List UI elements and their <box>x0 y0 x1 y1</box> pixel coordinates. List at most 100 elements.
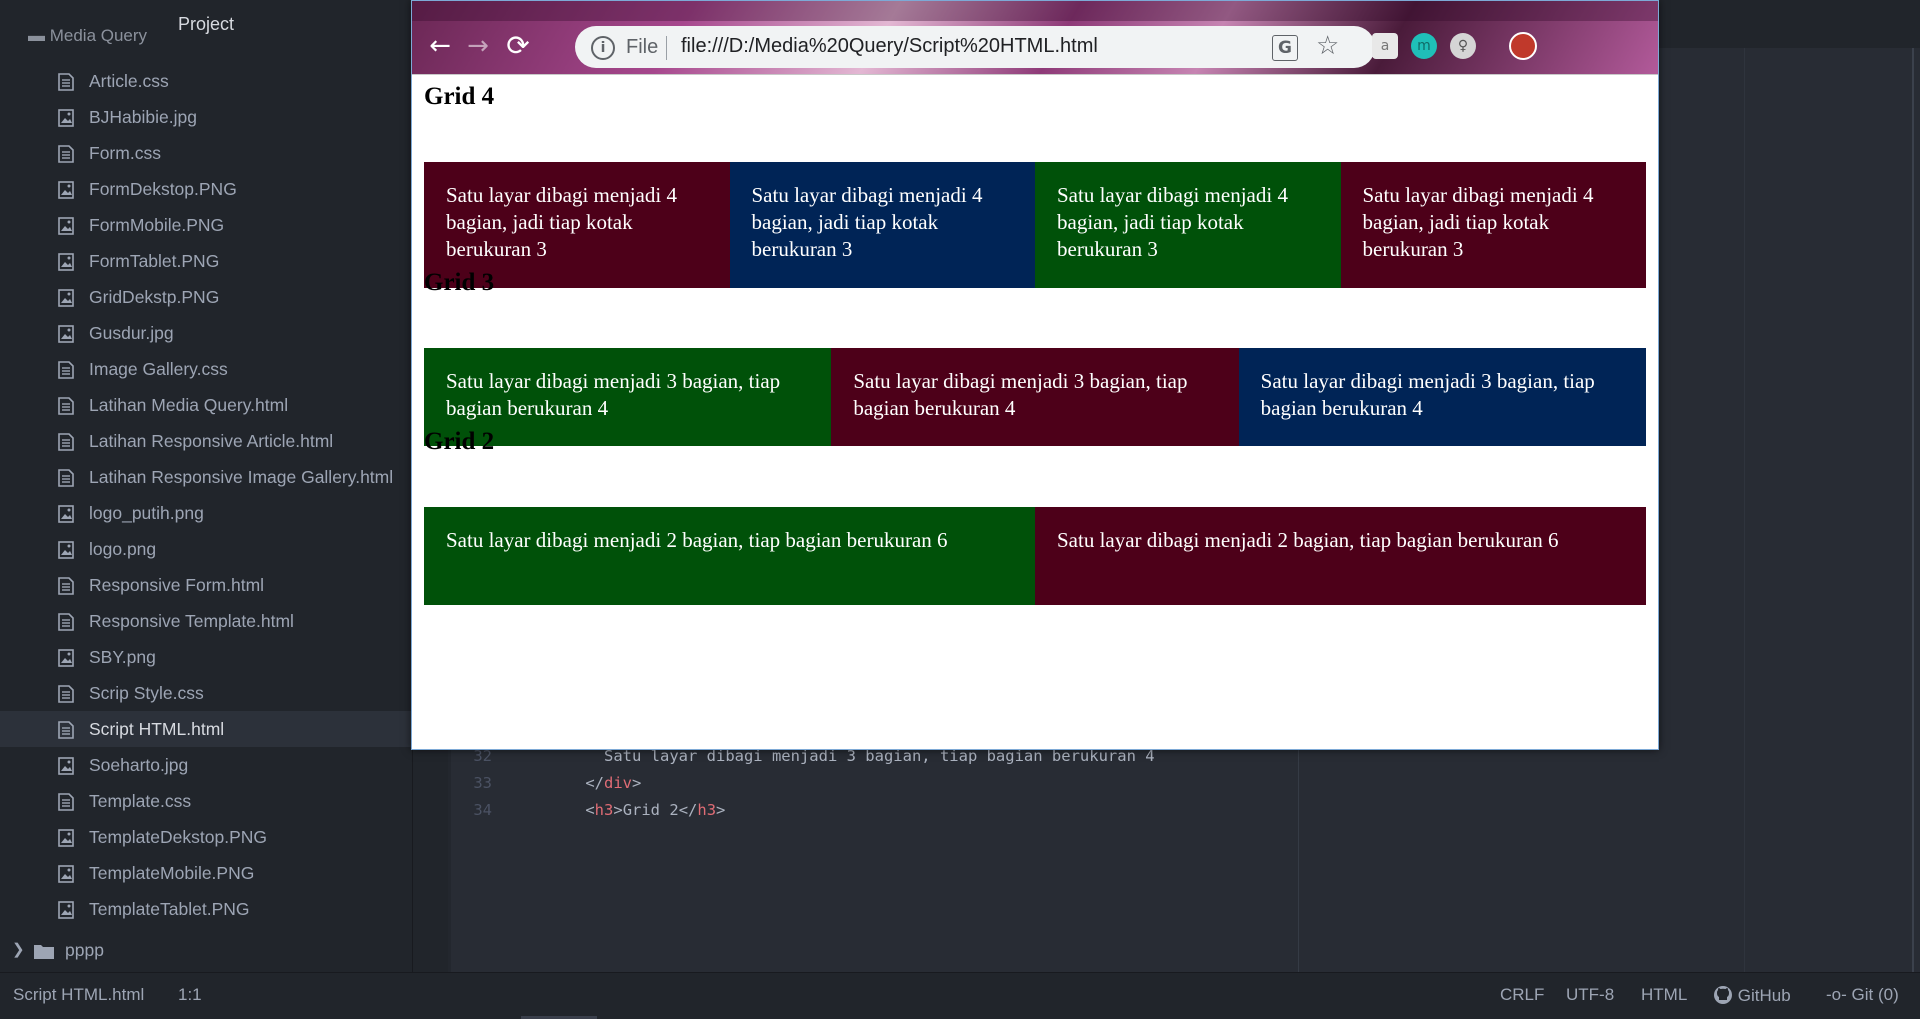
file-item[interactable]: TemplateTablet.PNG <box>0 891 412 927</box>
text-file-icon <box>58 397 74 415</box>
image-file-icon <box>58 901 74 919</box>
code-token: > <box>613 801 623 819</box>
info-icon[interactable]: i <box>591 36 615 60</box>
heading-grid-2: Grid 2 <box>424 428 495 455</box>
code-token: < <box>585 801 595 819</box>
extension-m-icon[interactable]: m <box>1411 33 1437 59</box>
file-item[interactable]: logo.png <box>0 531 412 567</box>
file-item[interactable]: FormDekstop.PNG <box>0 171 412 207</box>
image-file-icon <box>58 181 74 199</box>
forward-button[interactable]: → <box>463 31 493 61</box>
status-cursor-position[interactable]: 1:1 <box>178 985 202 1005</box>
browser-window: ← → ⟳ i File file:///D:/Media%20Query/Sc… <box>411 0 1659 750</box>
status-encoding[interactable]: UTF-8 <box>1566 985 1614 1005</box>
grid-cell: Satu layar dibagi menjadi 4 bagian, jadi… <box>729 162 1035 288</box>
status-line-ending[interactable]: CRLF <box>1500 985 1544 1005</box>
git-button[interactable]: -o- Git (0) <box>1826 985 1899 1005</box>
file-item[interactable]: Latihan Responsive Image Gallery.html <box>0 459 412 495</box>
file-item[interactable]: Image Gallery.css <box>0 351 412 387</box>
text-file-icon <box>58 469 74 487</box>
code-token: div <box>604 774 632 792</box>
file-label: Form.css <box>89 143 161 163</box>
image-file-icon <box>58 829 74 847</box>
file-label: FormMobile.PNG <box>89 215 225 235</box>
file-label: BJHabibie.jpg <box>89 107 197 127</box>
file-item[interactable]: Script HTML.html <box>0 711 412 747</box>
file-item[interactable]: TemplateDekstop.PNG <box>0 819 412 855</box>
file-item[interactable]: Form.css <box>0 135 412 171</box>
image-file-icon <box>58 865 74 883</box>
file-item[interactable]: Responsive Form.html <box>0 567 412 603</box>
file-item[interactable]: Template.css <box>0 783 412 819</box>
status-file-name[interactable]: Script HTML.html <box>13 985 144 1005</box>
code-token: h3 <box>697 801 717 819</box>
file-item[interactable]: Responsive Template.html <box>0 603 412 639</box>
code-token: </ <box>585 774 604 792</box>
profile-avatar[interactable] <box>1509 32 1537 60</box>
extension-bulb-icon[interactable]: ♀ <box>1450 33 1476 59</box>
grid-cell: Satu layar dibagi menjadi 2 bagian, tiap… <box>1035 507 1646 605</box>
text-file-icon <box>58 685 74 703</box>
file-label: FormDekstop.PNG <box>89 179 237 199</box>
file-label: logo_putih.png <box>89 503 204 523</box>
file-label: Script HTML.html <box>89 719 225 739</box>
file-label: SBY.png <box>89 647 156 667</box>
image-file-icon <box>58 649 74 667</box>
file-item[interactable]: Gusdur.jpg <box>0 315 412 351</box>
code-token: h3 <box>594 801 614 819</box>
image-file-icon <box>58 253 74 271</box>
file-item[interactable]: SBY.png <box>0 639 412 675</box>
reload-button[interactable]: ⟳ <box>503 31 533 61</box>
file-item[interactable]: GridDekstp.PNG <box>0 279 412 315</box>
text-file-icon <box>58 433 74 451</box>
file-item[interactable]: Latihan Responsive Article.html <box>0 423 412 459</box>
file-label: Latihan Responsive Article.html <box>89 431 334 451</box>
grid-cell: Satu layar dibagi menjadi 3 bagian, tiap… <box>831 348 1239 446</box>
github-button[interactable]: GitHub <box>1713 985 1791 1006</box>
file-label: Responsive Template.html <box>89 611 294 631</box>
tab-strip <box>412 1 1658 21</box>
file-item[interactable]: Article.css <box>0 63 412 99</box>
folder-media-query[interactable]: ▬ Media Query <box>28 26 147 48</box>
editor-scrollbar[interactable] <box>1912 48 1914 972</box>
url-text[interactable]: file:///D:/Media%20Query/Script%20HTML.h… <box>681 35 1098 58</box>
file-item[interactable]: TemplateMobile.PNG <box>0 855 412 891</box>
text-file-icon <box>58 361 74 379</box>
file-item[interactable]: logo_putih.png <box>0 495 412 531</box>
folder-pppp[interactable]: ❯ pppp <box>0 932 412 968</box>
text-file-icon <box>58 577 74 595</box>
file-item[interactable]: Latihan Media Query.html <box>0 387 412 423</box>
file-item[interactable]: FormMobile.PNG <box>0 207 412 243</box>
code-text: </div> <box>548 770 641 797</box>
file-item[interactable]: Scrip Style.css <box>0 675 412 711</box>
file-label: GridDekstp.PNG <box>89 287 220 307</box>
file-label: FormTablet.PNG <box>89 251 220 271</box>
file-label: Soeharto.jpg <box>89 755 189 775</box>
pane-divider <box>1744 48 1745 972</box>
text-file-icon <box>58 145 74 163</box>
code-token: </ <box>678 801 698 819</box>
file-item[interactable]: Soeharto.jpg <box>0 747 412 783</box>
code-text: <h3>Grid 2</h3> <box>548 797 725 824</box>
address-bar[interactable]: i File file:///D:/Media%20Query/Script%2… <box>575 26 1375 68</box>
bookmark-star-icon[interactable]: ☆ <box>1316 31 1339 61</box>
grid-cell: Satu layar dibagi menjadi 2 bagian, tiap… <box>424 507 1035 605</box>
back-button[interactable]: ← <box>425 31 455 61</box>
image-file-icon <box>58 325 74 343</box>
extension-bag-icon[interactable]: a <box>1372 33 1398 59</box>
text-file-icon <box>58 613 74 631</box>
file-item[interactable]: BJHabibie.jpg <box>0 99 412 135</box>
status-bar: Script HTML.html 1:1 CRLF UTF-8 HTML Git… <box>0 972 1920 1019</box>
file-item[interactable]: FormTablet.PNG <box>0 243 412 279</box>
image-file-icon <box>58 757 74 775</box>
translate-icon[interactable]: G <box>1272 35 1298 61</box>
page-content: Grid 4 Satu layar dibagi menjadi 4 bagia… <box>412 75 1658 749</box>
file-label: Article.css <box>89 71 169 91</box>
git-commit-icon: -o- <box>1826 985 1847 1004</box>
grid-2-row: Satu layar dibagi menjadi 2 bagian, tiap… <box>424 507 1646 605</box>
folder-icon <box>34 945 54 959</box>
code-token: > <box>716 801 726 819</box>
code-token: > <box>632 774 642 792</box>
status-grammar[interactable]: HTML <box>1641 985 1687 1005</box>
